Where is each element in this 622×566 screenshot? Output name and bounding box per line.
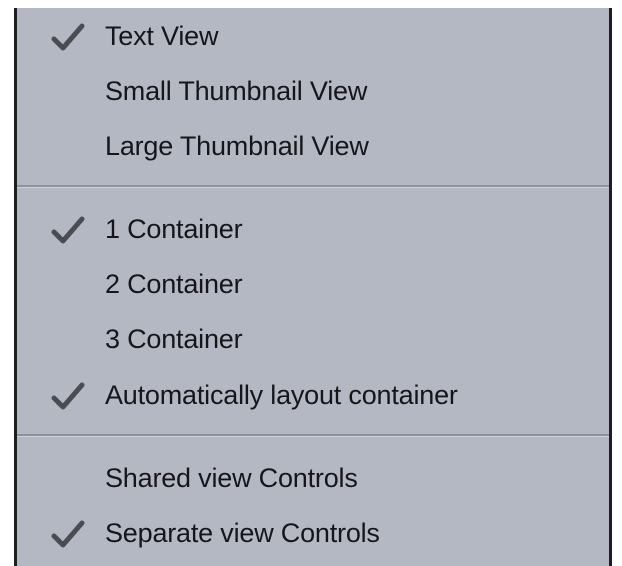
menu-item-2-container[interactable]: 2 Container <box>17 257 609 312</box>
menu-item-large-thumbnail-view[interactable]: Large Thumbnail View <box>17 119 609 174</box>
checkmark-icon <box>51 216 85 244</box>
menu-item-label: Text View <box>105 21 219 51</box>
menu-item-label: 3 Container <box>105 324 243 354</box>
menu-item-label: Separate view Controls <box>105 518 380 548</box>
menu-separator <box>17 434 609 437</box>
menu-item-text-view[interactable]: Text View <box>17 9 609 64</box>
checkmark-icon <box>51 382 85 410</box>
menu-item-label: 2 Container <box>105 269 243 299</box>
menu-item-1-container[interactable]: 1 Container <box>17 202 609 257</box>
menu-item-separate-view-controls[interactable]: Separate view Controls <box>17 506 609 561</box>
menu-item-label: Small Thumbnail View <box>105 76 368 106</box>
menu-item-shared-view-controls[interactable]: Shared view Controls <box>17 451 609 506</box>
menu-item-label: Automatically layout container <box>105 380 458 410</box>
menu-separator <box>17 185 609 188</box>
checkmark-icon <box>51 520 85 548</box>
checkmark-icon <box>51 23 85 51</box>
menu-item-label: Large Thumbnail View <box>105 131 369 161</box>
view-options-menu: Text View Small Thumbnail View Large Thu… <box>14 8 612 566</box>
menu-item-label: 1 Container <box>105 214 243 244</box>
menu-item-automatically-layout-container[interactable]: Automatically layout container <box>17 368 609 423</box>
menu-item-label: Shared view Controls <box>105 463 358 493</box>
menu-item-3-container[interactable]: 3 Container <box>17 312 609 367</box>
menu-item-small-thumbnail-view[interactable]: Small Thumbnail View <box>17 64 609 119</box>
